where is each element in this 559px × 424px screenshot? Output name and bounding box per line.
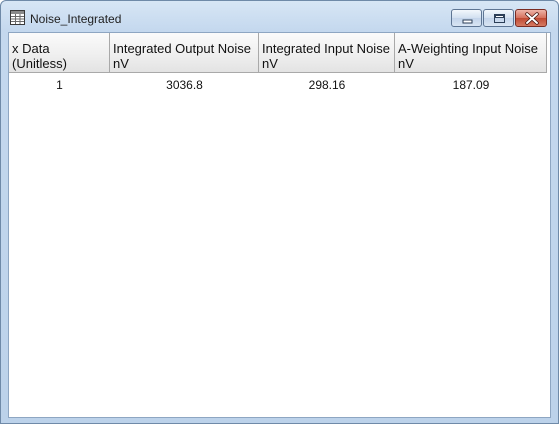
table-cell-x-data: 1 — [56, 78, 63, 92]
noise-integrated-window: Noise_Integrated x Data (Unitless) Integ… — [0, 0, 559, 424]
minimize-icon — [462, 19, 473, 24]
column-header-line2: (Unitless) — [12, 56, 67, 71]
minimize-button[interactable] — [451, 9, 482, 27]
title-bar[interactable]: Noise_Integrated — [1, 1, 558, 32]
column-header-line1: A-Weighting Input Noise — [398, 41, 538, 56]
column-header-integrated-output-noise[interactable]: Integrated Output Noise nV — [110, 33, 259, 73]
column-header-line1: x Data — [12, 41, 50, 56]
maximize-button[interactable] — [483, 9, 514, 27]
column-header-line1: Integrated Input Noise — [262, 41, 390, 56]
column-header-line2: nV — [262, 56, 278, 71]
column-header-line1: Integrated Output Noise — [113, 41, 252, 56]
table-icon — [10, 10, 25, 25]
maximize-icon — [494, 14, 505, 23]
column-header-x-data[interactable]: x Data (Unitless) — [9, 33, 110, 73]
data-table: x Data (Unitless) Integrated Output Nois… — [8, 32, 551, 418]
close-button[interactable] — [515, 9, 547, 27]
column-header-a-weighting-input-noise[interactable]: A-Weighting Input Noise nV — [395, 33, 547, 73]
window-title: Noise_Integrated — [30, 12, 122, 26]
table-cell-integrated-output-noise: 3036.8 — [166, 78, 203, 92]
close-icon — [525, 12, 539, 25]
column-header-line2: nV — [398, 56, 414, 71]
table-cell-a-weighting-input-noise: 187.09 — [452, 78, 490, 92]
table-cell-integrated-input-noise: 298.16 — [308, 78, 346, 92]
column-header-line2: nV — [113, 56, 129, 71]
column-header-integrated-input-noise[interactable]: Integrated Input Noise nV — [259, 33, 395, 73]
